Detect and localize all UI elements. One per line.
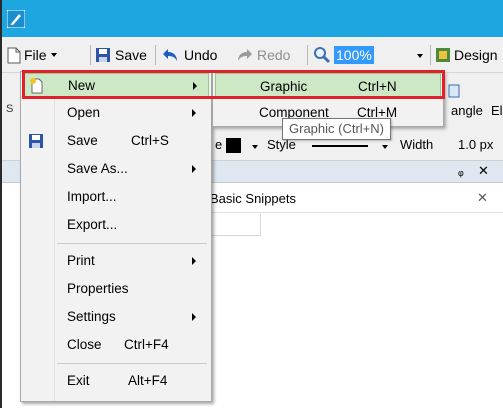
close-panel-icon[interactable]: ✕ bbox=[478, 163, 489, 179]
design-icon bbox=[436, 48, 450, 62]
menu-item-print[interactable]: Print bbox=[23, 249, 209, 273]
document-icon bbox=[7, 47, 21, 63]
undo-arrow-icon bbox=[163, 49, 177, 61]
menu-item-label: New bbox=[68, 78, 96, 93]
submenu-item-graphic[interactable]: Graphic Ctrl+N bbox=[215, 73, 441, 99]
floppy-icon bbox=[96, 48, 110, 62]
menu-item-save[interactable]: Save Ctrl+S bbox=[23, 129, 209, 153]
menu-item-label: Close bbox=[67, 337, 102, 352]
design-label: Design bbox=[454, 47, 498, 63]
snippets-search-field[interactable] bbox=[205, 214, 261, 236]
redo-button[interactable]: Redo bbox=[235, 45, 290, 65]
menu-item-label: Save bbox=[67, 133, 98, 148]
menu-item-label: Print bbox=[67, 253, 95, 268]
menu-item-export[interactable]: Export... bbox=[23, 213, 209, 237]
rectangle-tool-icon[interactable] bbox=[448, 84, 460, 98]
zoom-control[interactable]: 100% bbox=[313, 45, 374, 65]
new-doc-icon bbox=[30, 78, 43, 94]
rectangle-tool-label[interactable]: angle bbox=[451, 103, 483, 118]
menu-item-new[interactable]: New bbox=[23, 73, 209, 97]
menu-item-label: Open bbox=[67, 105, 101, 120]
snippets-close-icon[interactable]: ✕ bbox=[477, 190, 488, 206]
partial-label: S bbox=[6, 103, 14, 115]
snippets-panel-title: Basic Snippets bbox=[210, 191, 296, 206]
redo-label: Redo bbox=[257, 47, 291, 63]
dropdown-caret-icon bbox=[50, 53, 57, 57]
menu-item-settings[interactable]: Settings bbox=[23, 305, 209, 329]
undo-label: Undo bbox=[184, 47, 218, 63]
line-style-preview[interactable] bbox=[312, 145, 368, 147]
pin-icon[interactable]: ᵩ bbox=[458, 163, 464, 178]
menu-item-label: Exit bbox=[67, 373, 90, 388]
submenu-arrow-icon bbox=[192, 257, 196, 265]
magnifier-icon bbox=[314, 47, 331, 64]
snippets-panel-header: Basic Snippets ✕ bbox=[205, 183, 503, 213]
file-menu-label: File bbox=[24, 47, 47, 63]
toolbar-separator bbox=[307, 45, 308, 65]
menu-item-import[interactable]: Import... bbox=[23, 185, 209, 209]
toolbar-separator bbox=[430, 45, 431, 65]
submenu-arrow-icon bbox=[192, 165, 196, 173]
width-label: Width bbox=[400, 137, 434, 152]
save-button[interactable]: Save bbox=[95, 45, 147, 65]
menu-item-label: Save As... bbox=[67, 161, 128, 176]
main-toolbar: File Save Undo Redo 100% Design bbox=[2, 37, 503, 73]
app-pen-icon bbox=[7, 10, 25, 28]
width-value[interactable]: 1.0 px bbox=[458, 137, 493, 152]
undo-button[interactable]: Undo bbox=[162, 45, 217, 65]
menu-item-save-as[interactable]: Save As... bbox=[23, 157, 209, 181]
submenu-item-shortcut: Ctrl+N bbox=[358, 79, 397, 94]
menu-item-open[interactable]: Open bbox=[23, 101, 209, 125]
file-dropdown-menu: New Open Save Ctrl+S Save As... Import..… bbox=[20, 71, 212, 402]
fill-color-swatch[interactable] bbox=[226, 138, 241, 153]
file-menu-button[interactable]: File bbox=[7, 45, 57, 65]
redo-arrow-icon bbox=[238, 49, 252, 61]
style-dropdown-caret-icon[interactable] bbox=[382, 145, 388, 149]
save-label: Save bbox=[115, 47, 147, 63]
menu-separator bbox=[57, 363, 207, 364]
submenu-arrow-icon bbox=[192, 109, 196, 117]
menu-item-shortcut: Alt+F4 bbox=[128, 373, 168, 388]
menu-item-exit[interactable]: Exit Alt+F4 bbox=[23, 369, 209, 393]
menu-item-properties[interactable]: Properties bbox=[23, 277, 209, 301]
zoom-dropdown-caret-icon[interactable] bbox=[417, 54, 423, 58]
floppy-icon bbox=[29, 134, 43, 148]
menu-item-label: Export... bbox=[67, 217, 118, 232]
submenu-item-label: Graphic bbox=[260, 79, 308, 94]
menu-item-close[interactable]: Close Ctrl+F4 bbox=[23, 333, 209, 357]
tooltip: Graphic (Ctrl+N) bbox=[282, 118, 391, 140]
app-window: File Save Undo Redo 100% Design angle El… bbox=[0, 0, 503, 408]
submenu-arrow-icon bbox=[192, 313, 196, 321]
title-bar bbox=[2, 0, 503, 37]
fill-label-partial: e bbox=[215, 137, 223, 152]
ellipse-tool-label[interactable]: El bbox=[491, 103, 503, 118]
toolbar-separator bbox=[90, 45, 91, 65]
fill-dropdown-caret-icon[interactable] bbox=[252, 145, 258, 149]
menu-item-shortcut: Ctrl+S bbox=[131, 133, 169, 148]
toolbar-separator bbox=[155, 45, 156, 65]
zoom-value[interactable]: 100% bbox=[334, 46, 374, 64]
menu-separator bbox=[57, 243, 207, 244]
menu-item-label: Settings bbox=[67, 309, 116, 324]
submenu-arrow-icon bbox=[193, 82, 197, 90]
menu-item-label: Import... bbox=[67, 189, 117, 204]
design-button[interactable]: Design bbox=[435, 45, 498, 65]
menu-item-shortcut: Ctrl+F4 bbox=[124, 337, 169, 352]
menu-item-label: Properties bbox=[67, 281, 129, 296]
